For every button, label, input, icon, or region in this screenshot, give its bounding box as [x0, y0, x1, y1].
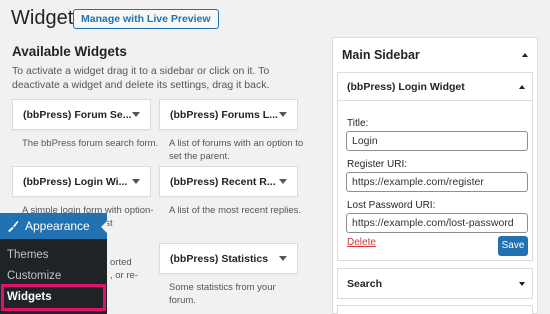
widget-login[interactable]: (bbPress) Login Wi... — [12, 166, 151, 197]
widget-title: (bbPress) Recent R... — [170, 176, 276, 188]
widget-forums-list[interactable]: (bbPress) Forums L... — [159, 99, 298, 130]
title-input[interactable]: Login — [346, 131, 528, 151]
widget-description: Some statistics from your forum. — [169, 282, 276, 306]
collapse-sidebar-icon[interactable] — [522, 53, 528, 57]
next-widget-partial[interactable] — [337, 305, 533, 314]
widget-description: The bbPress forum search form. — [22, 138, 159, 149]
expand-arrow-icon[interactable] — [279, 112, 287, 117]
submenu-widgets[interactable]: Widgets — [7, 291, 52, 303]
submenu-customize[interactable]: Customize — [7, 270, 61, 282]
lost-password-uri-label: Lost Password URI: — [347, 200, 436, 211]
expand-arrow-icon[interactable] — [279, 179, 287, 184]
expand-arrow-icon[interactable] — [132, 112, 140, 117]
widget-description-fragment: orted — [110, 257, 132, 268]
expand-arrow-icon[interactable] — [132, 179, 140, 184]
login-widget-title: (bbPress) Login Widget — [347, 81, 465, 93]
delete-link[interactable]: Delete — [347, 237, 376, 248]
widget-forum-search[interactable]: (bbPress) Forum Se... — [12, 99, 151, 130]
submenu-themes[interactable]: Themes — [7, 249, 49, 261]
widget-description: A list of the most recent replies. — [169, 205, 302, 216]
widget-title: (bbPress) Login Wi... — [23, 176, 128, 188]
register-uri-label: Register URI: — [347, 159, 408, 170]
paintbrush-icon — [8, 220, 19, 233]
appearance-menu-item[interactable]: Appearance — [0, 213, 107, 239]
admin-menu-appearance: Appearance Themes Customize Widgets — [0, 213, 107, 314]
available-widgets-description: To activate a widget drag it to a sideba… — [12, 65, 270, 91]
register-uri-input[interactable]: https://example.com/register — [346, 172, 528, 192]
widget-title: (bbPress) Forums L... — [170, 109, 278, 121]
save-button[interactable]: Save — [498, 236, 528, 256]
menu-pointer-arrow — [101, 221, 107, 233]
widget-description: A list of forums with an option to set t… — [169, 138, 304, 162]
widget-statistics[interactable]: (bbPress) Statistics — [159, 243, 298, 274]
manage-live-preview-button[interactable]: Manage with Live Preview — [73, 9, 219, 29]
expand-arrow-icon[interactable] — [279, 256, 287, 261]
widget-title: (bbPress) Statistics — [170, 253, 269, 265]
login-widget-header[interactable]: (bbPress) Login Widget — [338, 73, 532, 101]
appearance-label: Appearance — [25, 219, 90, 233]
widget-description-fragment: , or re- — [110, 270, 138, 281]
main-sidebar-panel: Main Sidebar (bbPress) Login Widget Titl… — [332, 37, 538, 314]
sidebar-title[interactable]: Main Sidebar — [342, 48, 420, 62]
widget-recent-replies[interactable]: (bbPress) Recent R... — [159, 166, 298, 197]
widget-title: (bbPress) Forum Se... — [23, 109, 131, 121]
login-widget-panel: (bbPress) Login Widget Title: Login Regi… — [337, 72, 533, 261]
lost-password-uri-input[interactable]: https://example.com/lost-password — [346, 213, 528, 233]
expand-arrow-icon[interactable] — [519, 282, 525, 286]
collapse-widget-icon[interactable] — [519, 85, 525, 89]
available-widgets-heading: Available Widgets — [12, 44, 127, 59]
search-widget-title: Search — [347, 278, 383, 290]
title-field-label: Title: — [347, 118, 369, 129]
search-widget[interactable]: Search — [337, 268, 533, 299]
